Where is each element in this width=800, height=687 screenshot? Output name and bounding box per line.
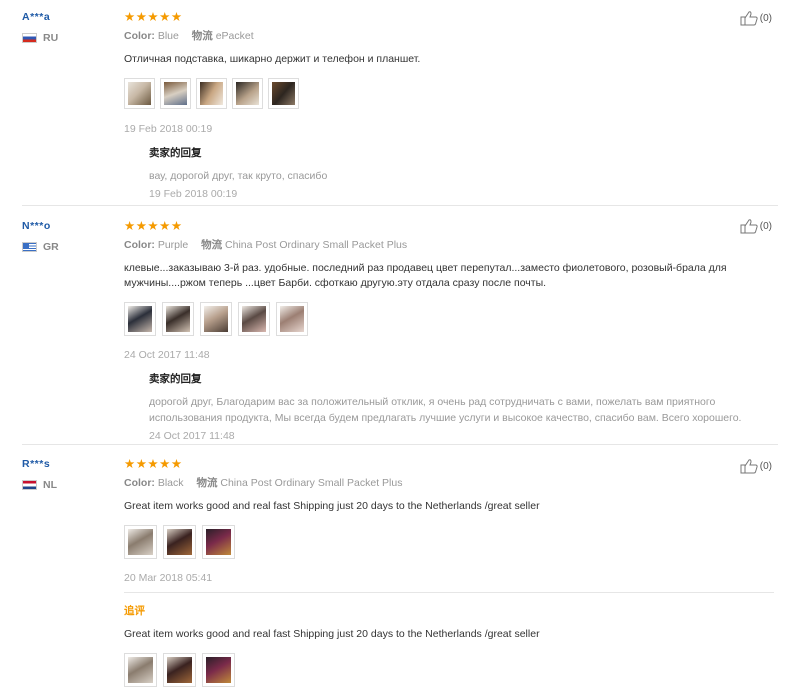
star-rating: ★★★★★ [124,219,183,233]
helpful-count: (0) [759,460,772,472]
review-photos [124,78,784,109]
star-rating: ★★★★★ [124,10,183,24]
shipping-value: China Post Ordinary Small Packet Plus [220,477,403,489]
helpful-button[interactable]: (0) [740,10,772,26]
reviewer-name: N***o [22,220,51,232]
color-value: Black [157,477,184,489]
append-divider [124,592,774,593]
review-photos [124,525,784,559]
reply-date: 19 Feb 2018 00:19 [149,188,238,200]
flag-ru-icon [22,33,37,43]
review-text: клевые...заказываю 3-й раз. удобные. пос… [124,262,727,289]
thumbs-up-icon [740,459,758,474]
helpful-button[interactable]: (0) [740,458,772,474]
reviewer-info: N***o GR [22,220,59,253]
reply-date: 24 Oct 2017 11:48 [149,430,235,442]
reviewer-name: A***a [22,11,51,23]
color-value: Blue [157,30,179,42]
review-photo[interactable] [196,78,227,109]
helpful-count: (0) [759,220,772,232]
review-photos [124,302,784,336]
review-text: Great item works good and real fast Ship… [124,500,540,512]
review-photo[interactable] [162,302,194,336]
review-photo[interactable] [124,78,155,109]
review-photo[interactable] [163,525,196,559]
review-photo[interactable] [202,653,235,687]
reviewer-country: NL [22,479,57,491]
review-photo[interactable] [200,302,232,336]
review-date: 19 Feb 2018 00:19 [124,123,213,135]
flag-gr-icon [22,242,37,252]
review-photo[interactable] [124,302,156,336]
reviewer-info: A***a RU [22,11,58,44]
review-divider [22,205,778,206]
helpful-button[interactable]: (0) [740,218,772,234]
reply-text: дорогой друг, Благодарим вас за положите… [149,396,742,424]
seller-reply: 卖家的回复 вау, дорогой друг, так круто, спас… [149,145,784,200]
append-title: 追评 [124,605,145,617]
reply-title: 卖家的回复 [149,147,202,159]
review-divider [22,444,778,445]
country-code: RU [43,32,59,44]
reviewer-name: R***s [22,458,51,470]
additional-feedback: 追评 Great item works good and real fast S… [124,603,784,687]
review-photo[interactable] [160,78,191,109]
reply-title: 卖家的回复 [149,373,202,385]
review-photo[interactable] [268,78,299,109]
review-photo[interactable] [232,78,263,109]
reviewer-country: RU [22,32,58,44]
review-photo[interactable] [124,525,157,559]
review-photo[interactable] [163,653,196,687]
review-date: 24 Oct 2017 11:48 [124,349,210,361]
review-text: Отличная подставка, шикарно держит и тел… [124,53,421,65]
reviewer-info: R***s NL [22,458,57,491]
shipping-value: China Post Ordinary Small Packet Plus [225,239,408,251]
review-photo[interactable] [124,653,157,687]
order-meta: Color: Black 物流 China Post Ordinary Smal… [124,477,403,489]
helpful-count: (0) [759,12,772,24]
order-meta: Color: Purple 物流 China Post Ordinary Sma… [124,239,408,251]
star-rating: ★★★★★ [124,457,183,471]
thumbs-up-icon [740,11,758,26]
review-date: 20 Mar 2018 05:41 [124,572,213,584]
reviewer-country: GR [22,241,59,253]
flag-nl-icon [22,480,37,490]
review-photo[interactable] [276,302,308,336]
thumbs-up-icon [740,219,758,234]
shipping-value: ePacket [215,30,254,42]
country-code: GR [43,241,59,253]
append-text: Great item works good and real fast Ship… [124,628,540,640]
review-photo[interactable] [238,302,270,336]
append-photos [124,653,784,687]
review-photo[interactable] [202,525,235,559]
reply-text: вау, дорогой друг, так круто, спасибо [149,170,328,182]
seller-reply: 卖家的回复 дорогой друг, Благодарим вас за по… [149,371,784,442]
country-code: NL [43,479,57,491]
color-value: Purple [157,239,189,251]
order-meta: Color: Blue 物流 ePacket [124,30,254,42]
